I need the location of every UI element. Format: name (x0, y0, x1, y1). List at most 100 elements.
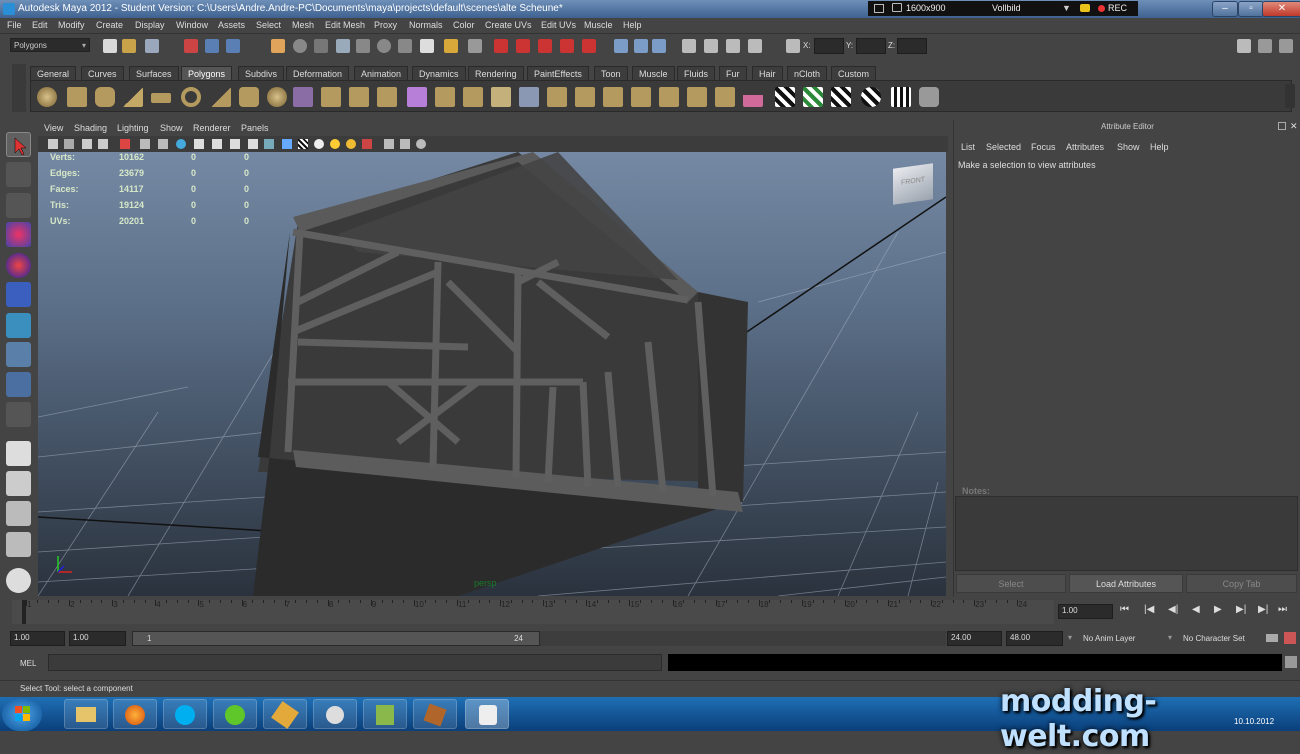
animation-prefs-icon[interactable] (1284, 632, 1296, 644)
poly-cube-purple-icon[interactable] (407, 87, 427, 107)
extrude-icon[interactable] (435, 87, 455, 107)
camera-attributes-icon[interactable] (64, 139, 74, 149)
poly-cone-icon[interactable] (123, 87, 143, 107)
poly-pipe-icon[interactable] (239, 87, 259, 107)
media-taskbar-icon[interactable] (313, 699, 357, 729)
render-settings-icon[interactable] (538, 39, 552, 53)
explorer-taskbar-icon[interactable] (64, 699, 108, 729)
mirror-icon[interactable] (377, 87, 397, 107)
step-forward-key-icon[interactable]: ▶| (1236, 604, 1246, 615)
offset-edge-loop-icon[interactable] (575, 87, 595, 107)
universal-manipulator-icon[interactable] (6, 313, 31, 338)
snap-curve-icon[interactable] (356, 39, 370, 53)
poke-icon[interactable] (659, 87, 679, 107)
menu-help[interactable]: Help (623, 20, 642, 30)
sound-icon[interactable] (748, 39, 762, 53)
menu-select[interactable]: Select (256, 20, 281, 30)
safe-action-icon[interactable] (384, 139, 394, 149)
render-icon[interactable] (494, 39, 508, 53)
pick-mask-icon[interactable] (271, 39, 285, 53)
play-backwards-icon[interactable]: ◀ (1192, 604, 1200, 615)
attr-menu-show[interactable]: Show (1117, 142, 1140, 152)
shelf-options-icon[interactable] (12, 64, 26, 112)
shelf-tab-muscle[interactable]: Muscle (632, 66, 675, 80)
four-pane-layout-icon[interactable] (6, 471, 31, 496)
copy-tab-button[interactable]: Copy Tab (1186, 574, 1297, 593)
textured-icon[interactable] (194, 139, 204, 149)
range-slider[interactable]: 1 24 (132, 631, 540, 646)
question-icon[interactable] (420, 39, 434, 53)
high-quality-icon[interactable] (282, 139, 292, 149)
insert-edge-loop-icon[interactable] (547, 87, 567, 107)
select-by-object-icon[interactable] (205, 39, 219, 53)
sketch-taskbar-icon[interactable] (263, 699, 307, 729)
load-attributes-button[interactable]: Load Attributes (1069, 574, 1183, 593)
hypershade-icon[interactable] (560, 39, 574, 53)
attr-menu-selected[interactable]: Selected (986, 142, 1021, 152)
select-button[interactable]: Select (956, 574, 1066, 593)
move-tool-icon[interactable] (6, 222, 31, 247)
shelf-tab-animation[interactable]: Animation (354, 66, 409, 80)
combine-icon[interactable] (293, 87, 313, 107)
recorder-mode[interactable]: Vollbild (992, 1, 1021, 16)
viewport-menu-shading[interactable]: Shading (74, 123, 107, 133)
lights-icon[interactable] (726, 39, 740, 53)
start-button[interactable] (2, 697, 42, 731)
wire-on-shaded-icon[interactable] (264, 139, 274, 149)
end-time-field[interactable]: 48.00 (1006, 631, 1063, 646)
playback-start-field[interactable]: 1.00 (69, 631, 126, 646)
poly-sphere-icon[interactable] (37, 87, 57, 107)
sidebar-toggle-icon[interactable] (1237, 39, 1251, 53)
bridge-icon[interactable] (463, 87, 483, 107)
select-tool-icon[interactable] (6, 132, 31, 157)
shelf-tab-custom[interactable]: Custom (831, 66, 877, 80)
outliner-toggle-icon[interactable] (6, 568, 31, 593)
poly-torus-icon[interactable] (181, 87, 201, 107)
close-button[interactable]: ✕ (1262, 1, 1300, 17)
mel-input[interactable] (48, 654, 662, 671)
wedge-icon[interactable] (687, 87, 707, 107)
uv-cylindrical-icon[interactable] (831, 87, 851, 107)
menu-muscle[interactable]: Muscle (584, 20, 613, 30)
bevel-icon[interactable] (631, 87, 651, 107)
uv-spherical-icon[interactable] (861, 87, 881, 107)
uv-automatic-icon[interactable] (891, 87, 911, 107)
shelf-tab-subdivs[interactable]: Subdivs (238, 66, 285, 80)
default-lighting-icon[interactable] (176, 139, 186, 149)
uv-planar-icon[interactable] (803, 87, 823, 107)
time-slider[interactable]: 1 2 3 4 5 6 7 8 9 10 11 12 13 14 15 16 17 18 19 20 21 22 23 24 (12, 600, 1054, 624)
menuset-dropdown[interactable]: Polygons ▾ (10, 38, 90, 52)
snap-plane-icon[interactable] (398, 39, 412, 53)
poly-prism-icon[interactable] (211, 87, 231, 107)
bookmark-icon[interactable] (82, 139, 92, 149)
poly-plane-icon[interactable] (151, 93, 171, 103)
script-editor-icon[interactable] (1285, 656, 1297, 668)
shelf-tab-fluids[interactable]: Fluids (677, 66, 716, 80)
shadows-icon[interactable] (212, 139, 222, 149)
play-forward-icon[interactable]: ▶ (1214, 604, 1222, 615)
go-to-end-icon[interactable]: ⏭ (1278, 604, 1287, 615)
ipr-render-icon[interactable] (516, 39, 530, 53)
character-set-selector[interactable]: No Character Set (1183, 634, 1245, 643)
component-point-icon[interactable] (293, 39, 307, 53)
z-input[interactable] (897, 38, 927, 54)
poly-cube-icon[interactable] (67, 87, 87, 107)
grid-toggle-icon[interactable] (704, 39, 718, 53)
firefox-taskbar-icon[interactable] (113, 699, 157, 729)
scale-tool-icon[interactable] (6, 282, 31, 307)
new-scene-icon[interactable] (103, 39, 117, 53)
shelf-tab-curves[interactable]: Curves (81, 66, 124, 80)
shelf-tab-toon[interactable]: Toon (594, 66, 628, 80)
playback-end-field[interactable]: 24.00 (947, 631, 1002, 646)
lock-icon[interactable] (444, 39, 458, 53)
append-polygon-icon[interactable] (491, 87, 511, 107)
rotate-tool-icon[interactable] (6, 253, 31, 278)
shelf-tab-polygons[interactable]: Polygons (181, 66, 233, 80)
select-camera-icon[interactable] (48, 139, 58, 149)
all-lights-icon[interactable] (314, 139, 324, 149)
texture-checker-icon[interactable] (298, 139, 308, 149)
sculpt-icon[interactable] (743, 87, 763, 107)
show-manipulator-icon[interactable] (6, 372, 31, 397)
icq-taskbar-icon[interactable] (213, 699, 257, 729)
chevron-down-icon[interactable]: ▼ (1062, 1, 1071, 16)
